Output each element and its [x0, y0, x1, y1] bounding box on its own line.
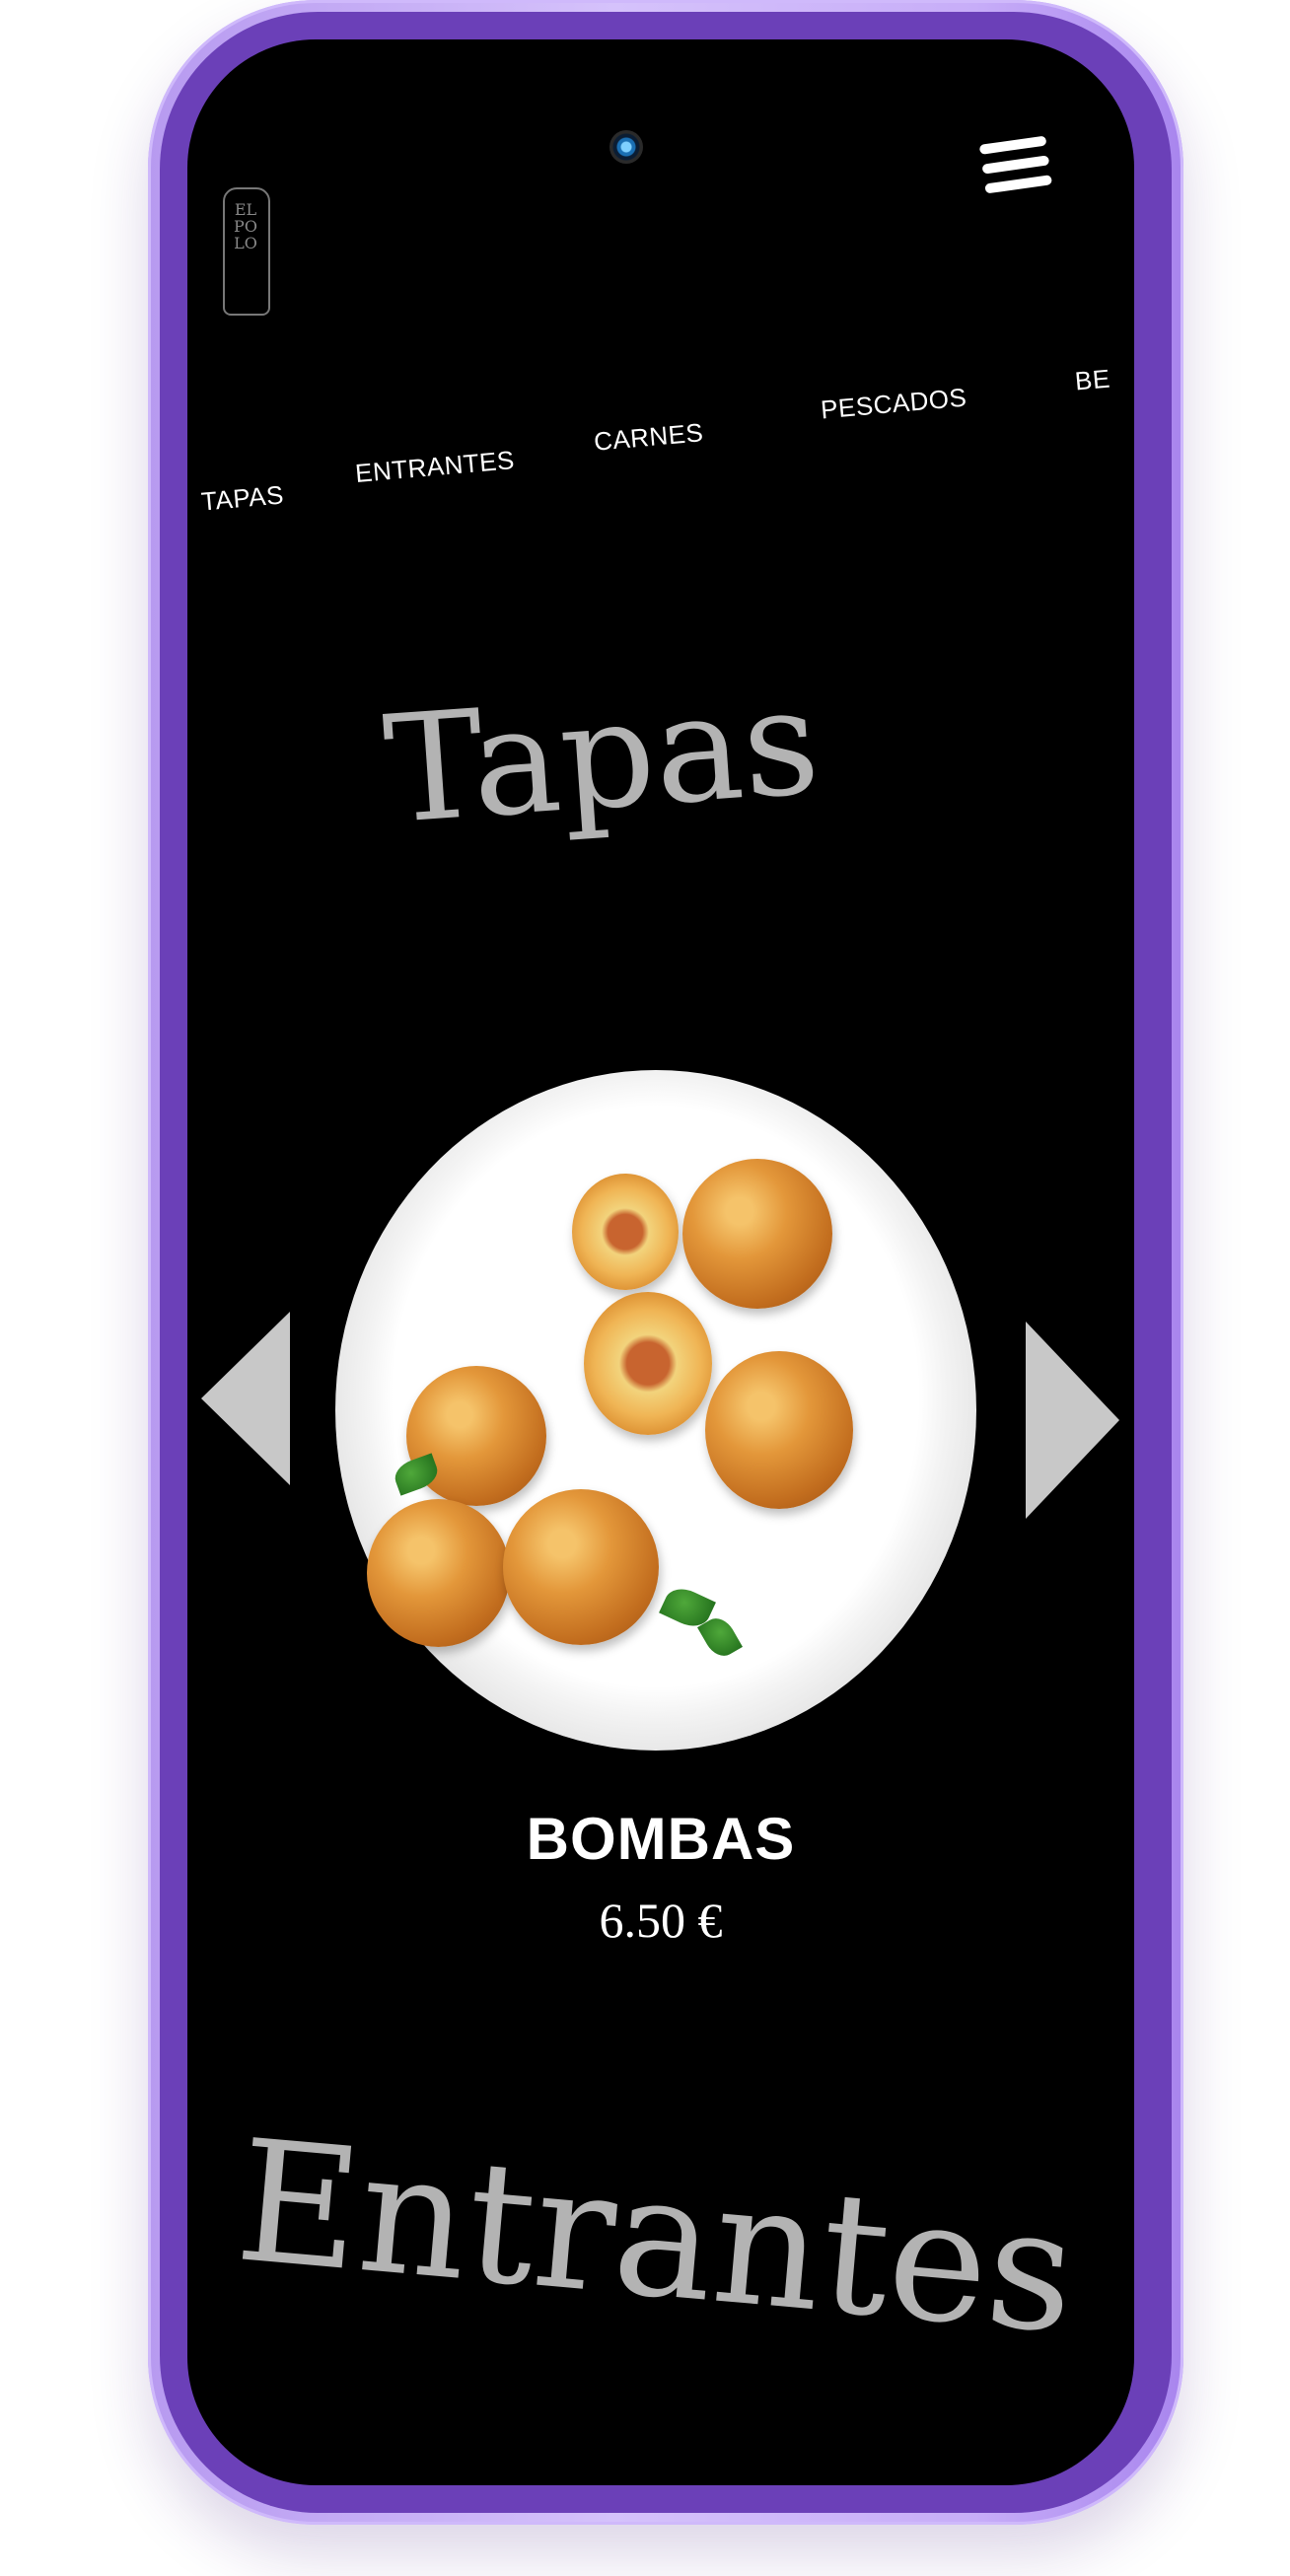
category-pescados[interactable]: PESCADOS	[820, 383, 968, 426]
restaurant-logo[interactable]: ELPOLO	[223, 187, 270, 316]
chevron-left-icon[interactable]	[201, 1312, 290, 1485]
menu-bar	[981, 155, 1050, 175]
croquette-open	[572, 1174, 679, 1290]
dish-price: 6.50 €	[599, 1893, 723, 1948]
category-nav: TAPAS ENTRANTES CARNES PESCADOS BE	[187, 335, 1134, 533]
croquette	[503, 1489, 659, 1645]
front-camera	[609, 130, 643, 164]
dish-name: BOMBAS	[526, 1806, 796, 1872]
section-title-tapas: Tapas	[379, 655, 824, 858]
logo-text: ELPOLO	[234, 200, 257, 252]
app-screen: ELPOLO TAPAS ENTRANTES CARNES PESCADOS B…	[187, 39, 1134, 2485]
menu-bar	[984, 175, 1053, 194]
croquette-open	[584, 1292, 712, 1435]
category-tapas[interactable]: TAPAS	[200, 479, 285, 517]
category-bebidas-truncated[interactable]: BE	[1074, 364, 1111, 397]
category-entrantes[interactable]: ENTRANTES	[354, 445, 516, 489]
chevron-right-icon[interactable]	[1026, 1322, 1119, 1519]
section-title-entrantes: Entrantes	[229, 2104, 1083, 2372]
hamburger-menu-icon[interactable]	[971, 121, 1060, 210]
menu-bar	[978, 135, 1047, 155]
category-carnes[interactable]: CARNES	[593, 417, 705, 458]
croquette	[367, 1499, 510, 1647]
croquette	[682, 1159, 832, 1309]
dish-image	[335, 1070, 976, 1751]
croquette	[705, 1351, 853, 1509]
